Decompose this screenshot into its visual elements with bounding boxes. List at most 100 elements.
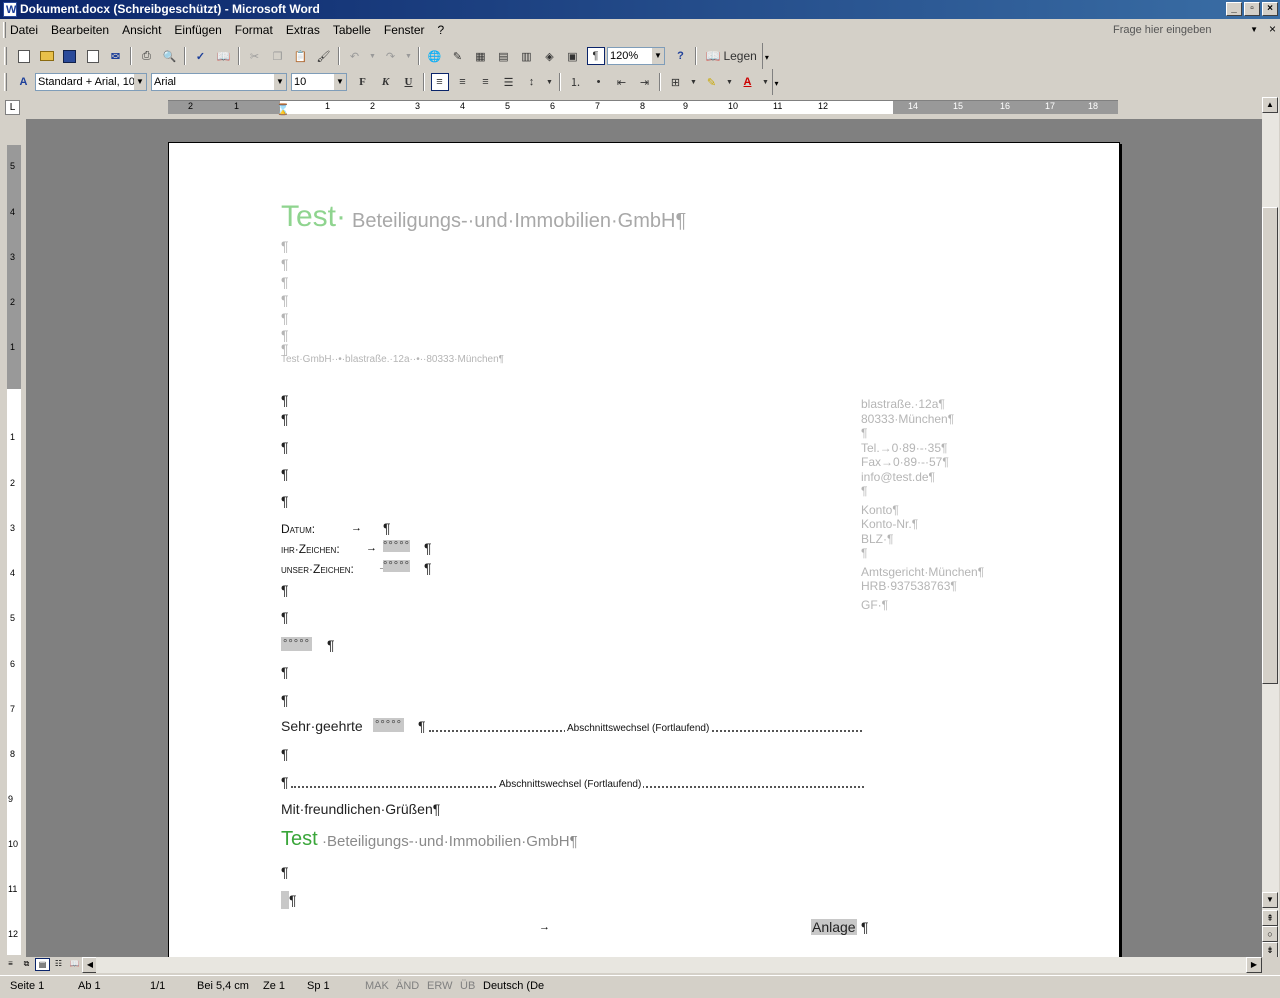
menu-einfuegen[interactable]: Einfügen <box>174 23 221 37</box>
menu-ansicht[interactable]: Ansicht <box>122 23 161 37</box>
underline-button[interactable]: U <box>400 73 418 91</box>
outline-view-icon[interactable]: ☷ <box>51 958 66 971</box>
permission-icon[interactable] <box>84 47 102 65</box>
next-page-icon[interactable]: ⇟ <box>1262 942 1278 958</box>
address-form-field[interactable]: °°°°° <box>281 637 312 651</box>
chevron-down-icon[interactable]: ▼ <box>274 74 286 90</box>
undo-icon[interactable]: ↶ <box>346 47 364 65</box>
font-select[interactable]: Arial ▼ <box>151 73 287 91</box>
font-color-dropdown-icon[interactable]: ▼ <box>762 73 770 91</box>
email-icon[interactable]: ✉ <box>107 47 125 65</box>
print-preview-icon[interactable]: 🔍 <box>161 47 179 65</box>
toolbar-grip[interactable] <box>4 73 7 91</box>
status-track-changes[interactable]: ÄND <box>396 980 419 992</box>
insert-table-icon[interactable]: ▦ <box>472 47 490 65</box>
chevron-down-icon[interactable]: ▼ <box>652 48 664 64</box>
scroll-down-icon[interactable]: ▼ <box>1262 892 1278 908</box>
highlight-icon[interactable]: ✎ <box>703 73 721 91</box>
maximize-button[interactable]: ▫ <box>1244 2 1260 16</box>
status-overtype[interactable]: ÜB <box>460 980 475 992</box>
ask-question-box[interactable]: Frage hier eingeben ▼ <box>1113 22 1260 38</box>
scroll-thumb[interactable] <box>1262 207 1278 684</box>
menu-fenster[interactable]: Fenster <box>384 23 425 37</box>
reading-layout-icon[interactable]: 📖 <box>67 958 82 971</box>
style-select[interactable]: Standard + Arial, 10 ▼ <box>35 73 147 91</box>
document-close-button[interactable]: × <box>1269 22 1276 36</box>
copy-icon[interactable]: ❐ <box>269 47 287 65</box>
horizontal-ruler[interactable]: 2 1 1 2 3 4 5 6 7 8 9 10 11 12 13 14 15 … <box>168 100 1118 116</box>
paste-icon[interactable]: 📋 <box>292 47 310 65</box>
web-layout-icon[interactable]: ⧉ <box>19 958 34 971</box>
empty-form-field[interactable] <box>281 891 289 909</box>
document-page[interactable]: Test· Beteiligungs-·und·Immobilien·GmbH¶… <box>168 142 1120 957</box>
cut-icon[interactable]: ✂ <box>246 47 264 65</box>
attachment-label[interactable]: Anlage <box>811 919 857 935</box>
normal-view-icon[interactable]: ≡ <box>3 958 18 971</box>
chevron-down-icon[interactable]: ▼ <box>1250 22 1258 38</box>
align-right-icon[interactable]: ≡ <box>477 73 495 91</box>
salutation-form-field[interactable]: °°°°° <box>373 718 404 732</box>
show-formatting-icon[interactable]: ¶ <box>586 47 605 65</box>
borders-dropdown-icon[interactable]: ▼ <box>690 73 698 91</box>
chevron-down-icon[interactable]: ▼ <box>334 74 346 90</box>
status-language[interactable]: Deutsch (De <box>483 980 544 992</box>
open-folder-icon[interactable] <box>38 47 56 65</box>
print-layout-icon[interactable]: ▤ <box>35 958 50 971</box>
align-center-icon[interactable]: ≡ <box>454 73 472 91</box>
status-macro-recorder[interactable]: MAK <box>365 980 389 992</box>
justify-icon[interactable]: ☰ <box>500 73 518 91</box>
new-document-icon[interactable] <box>15 47 33 65</box>
document-map-icon[interactable]: ▣ <box>564 47 582 65</box>
scroll-right-icon[interactable]: ▶ <box>1246 957 1262 973</box>
previous-page-icon[interactable]: ⇞ <box>1262 910 1278 926</box>
indent-marker-icon[interactable]: ⌛ <box>276 103 290 116</box>
font-size-select[interactable]: 10 ▼ <box>291 73 347 91</box>
format-painter-icon[interactable]: 🖌 <box>315 47 333 65</box>
toolbar-options-icon[interactable]: ▾ <box>762 43 771 69</box>
tab-selector[interactable]: L <box>5 100 20 115</box>
italic-button[interactable]: K <box>377 73 395 91</box>
menu-grip[interactable] <box>3 22 6 38</box>
increase-indent-icon[interactable]: ⇥ <box>636 73 654 91</box>
redo-dropdown-icon[interactable]: ▼ <box>405 47 413 65</box>
line-spacing-dropdown-icon[interactable]: ▼ <box>546 73 554 91</box>
menu-tabelle[interactable]: Tabelle <box>333 23 371 37</box>
toolbar-options-icon[interactable]: ▾ <box>772 69 780 95</box>
close-button[interactable]: × <box>1262 2 1278 16</box>
columns-icon[interactable]: ▥ <box>518 47 536 65</box>
styles-pane-icon[interactable]: A <box>15 73 33 91</box>
line-spacing-icon[interactable]: ↕ <box>523 73 541 91</box>
spelling-icon[interactable]: ✓ <box>192 47 210 65</box>
menu-help[interactable]: ? <box>438 23 445 37</box>
word-app-icon[interactable] <box>3 1 17 20</box>
vertical-ruler[interactable]: 5 4 3 2 1 1 2 3 4 5 6 7 8 9 10 11 12 <box>7 145 21 955</box>
borders-icon[interactable]: ⊞ <box>667 73 685 91</box>
undo-dropdown-icon[interactable]: ▼ <box>369 47 377 65</box>
tables-borders-icon[interactable]: ✎ <box>449 47 467 65</box>
drawing-icon[interactable]: ◈ <box>541 47 559 65</box>
print-icon[interactable]: ⎙ <box>138 47 156 65</box>
form-field[interactable]: °°°°° <box>383 540 410 552</box>
help-icon[interactable]: ? <box>672 47 690 65</box>
insert-excel-icon[interactable]: ▤ <box>495 47 513 65</box>
numbering-icon[interactable]: ⒈ <box>567 73 585 91</box>
status-extend-selection[interactable]: ERW <box>427 980 452 992</box>
research-icon[interactable]: 📖 <box>215 47 233 65</box>
save-icon[interactable] <box>61 47 79 65</box>
bold-button[interactable]: F <box>354 73 372 91</box>
document-workspace[interactable]: Test· Beteiligungs-·und·Immobilien·GmbH¶… <box>26 119 1262 957</box>
scroll-up-icon[interactable]: ▲ <box>1262 97 1278 113</box>
form-field[interactable]: °°°°° <box>383 560 410 572</box>
select-browse-object-icon[interactable]: ○ <box>1262 926 1278 942</box>
menu-format[interactable]: Format <box>235 23 273 37</box>
hyperlink-icon[interactable]: 🌐 <box>426 47 444 65</box>
read-button[interactable]: 📖 Legen <box>703 47 760 65</box>
highlight-dropdown-icon[interactable]: ▼ <box>726 73 734 91</box>
decrease-indent-icon[interactable]: ⇤ <box>613 73 631 91</box>
zoom-select[interactable]: 120% ▼ <box>607 47 665 65</box>
font-color-icon[interactable]: A <box>739 73 757 91</box>
toolbar-grip[interactable] <box>4 47 7 65</box>
bullets-icon[interactable]: • <box>590 73 608 91</box>
menu-datei[interactable]: Datei <box>10 23 38 37</box>
minimize-button[interactable]: _ <box>1226 2 1242 16</box>
